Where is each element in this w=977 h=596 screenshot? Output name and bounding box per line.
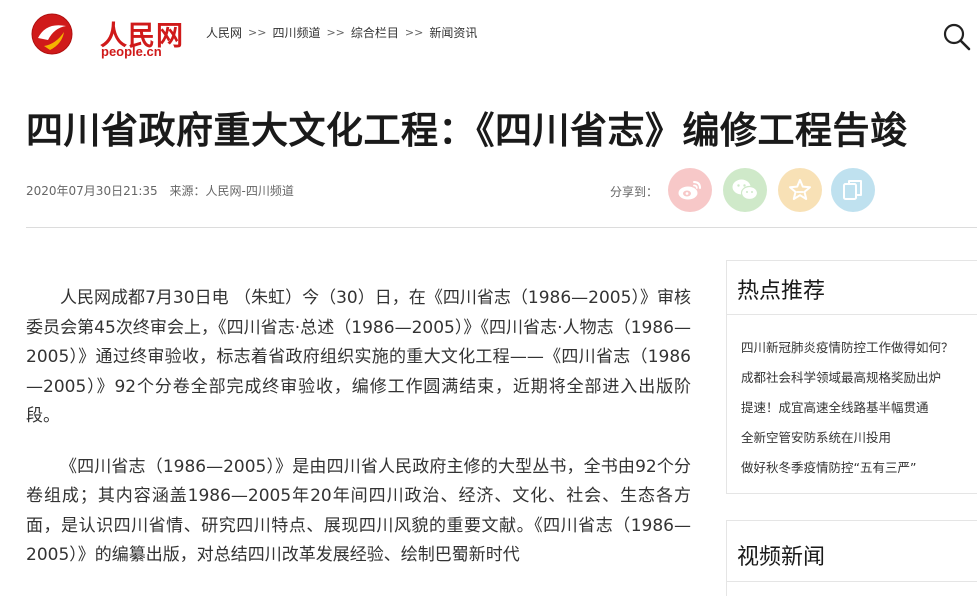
article-title: 四川省政府重大文化工程：《四川省志》编修工程告竣 (26, 109, 908, 152)
list-item: 提速！成宜高速全线路基半幅贯通 (741, 393, 954, 423)
hot-recommend-title: 热点推荐 (737, 279, 826, 304)
hot-link[interactable]: 提速！成宜高速全线路基半幅贯通 (741, 400, 929, 415)
site-header: 人民网 people.cn 人民网 >> 四川频道 >> 综合栏目 >> 新闻资… (0, 0, 977, 70)
share-label: 分享到： (610, 185, 659, 199)
list-item: 成都社会科学领域最高规格奖励出炉 (741, 363, 954, 393)
share-wechat-button[interactable] (723, 168, 767, 212)
breadcrumb-item-general[interactable]: 综合栏目 (351, 24, 399, 41)
article-body: 人民网成都7月30日电 （朱虹）今（30）日，在《四川省志（1986—2005）… (26, 284, 691, 592)
breadcrumb-item-news[interactable]: 新闻资讯 (429, 24, 477, 41)
hot-link[interactable]: 四川新冠肺炎疫情防控工作做得如何？ (741, 340, 954, 355)
list-item: 做好秋冬季疫情防控“五有三严” (741, 453, 954, 483)
breadcrumb: 人民网 >> 四川频道 >> 综合栏目 >> 新闻资讯 (206, 24, 477, 41)
search-button[interactable] (942, 22, 972, 52)
video-news-box: 视频新闻 (726, 520, 977, 596)
logo-domain: people.cn (101, 44, 162, 59)
hot-link[interactable]: 做好秋冬季疫情防控“五有三严” (741, 460, 916, 475)
list-item: 全新空管安防系统在川投用 (741, 423, 954, 453)
breadcrumb-item-sichuan[interactable]: 四川频道 (272, 24, 320, 41)
search-icon (943, 23, 971, 51)
article-date: 2020年07月30日21:35 (26, 184, 158, 198)
share-favorite-button[interactable] (778, 168, 822, 212)
video-title-divider (727, 581, 977, 582)
site-logo[interactable]: 人民网 people.cn (28, 10, 183, 59)
breadcrumb-separator: >> (404, 26, 424, 39)
hot-link[interactable]: 全新空管安防系统在川投用 (741, 430, 891, 445)
video-news-title: 视频新闻 (737, 545, 826, 570)
wechat-icon (732, 179, 759, 201)
article-meta: 2020年07月30日21:35 来源：人民网-四川频道 (26, 182, 294, 199)
article-paragraph: 《四川省志（1986—2005）》是由四川省人民政府主修的大型丛书，全书由92个… (26, 456, 691, 566)
hot-title-divider (727, 314, 977, 315)
breadcrumb-separator: >> (326, 26, 345, 39)
article-source[interactable]: 来源：人民网-四川频道 (170, 184, 294, 198)
breadcrumb-separator: >> (248, 26, 267, 39)
hot-list: 四川新冠肺炎疫情防控工作做得如何？ 成都社会科学领域最高规格奖励出炉 提速！成宜… (741, 333, 954, 483)
article-paragraph: 人民网成都7月30日电 （朱虹）今（30）日，在《四川省志（1986—2005）… (26, 288, 691, 426)
list-item: 四川新冠肺炎疫情防控工作做得如何？ (741, 333, 954, 363)
hot-recommend-box: 热点推荐 四川新冠肺炎疫情防控工作做得如何？ 成都社会科学领域最高规格奖励出炉 … (726, 260, 977, 494)
logo-icon (31, 13, 73, 55)
star-icon (789, 179, 811, 200)
copy-icon (843, 180, 862, 200)
header-divider (26, 227, 977, 228)
weibo-icon (678, 181, 701, 200)
share-copy-button[interactable] (831, 168, 875, 212)
breadcrumb-item-home[interactable]: 人民网 (206, 24, 242, 41)
share-weibo-button[interactable] (668, 168, 712, 212)
hot-link[interactable]: 成都社会科学领域最高规格奖励出炉 (741, 370, 941, 385)
